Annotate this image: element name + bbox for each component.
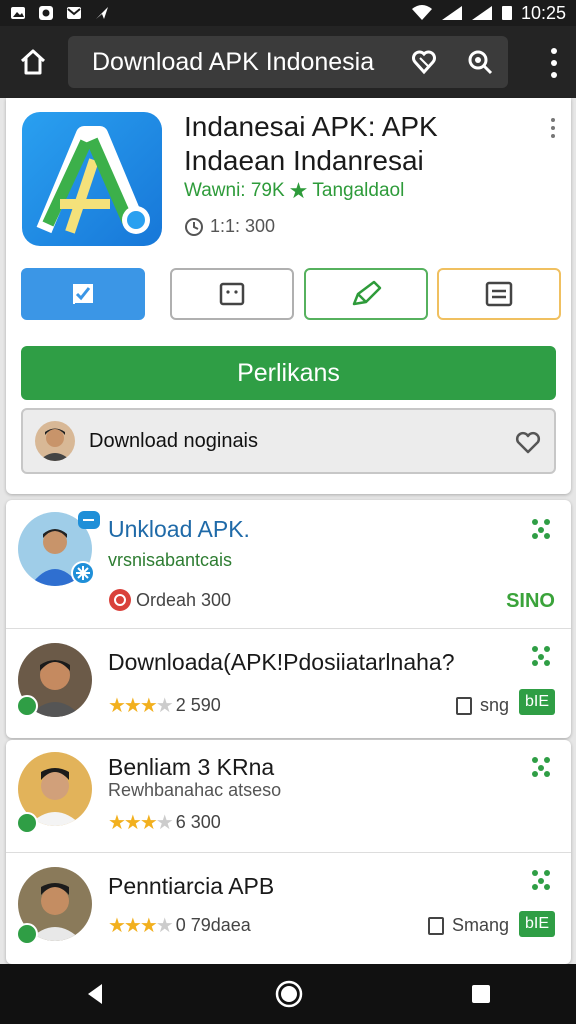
- rating-stars: ★★★★: [108, 695, 174, 717]
- address-bar[interactable]: Download APK Indonesia: [68, 36, 508, 88]
- item-detail-text: Ordeah 300: [136, 589, 232, 610]
- item-title: Benliam 3 KRna: [108, 754, 275, 780]
- item-title: Penntiarcia APB: [108, 873, 275, 899]
- download-original-row[interactable]: Download noginais: [21, 408, 556, 474]
- heart-icon[interactable]: [514, 428, 542, 456]
- checklist-icon: [73, 284, 93, 305]
- rating-stars: ★★★★: [108, 812, 174, 834]
- item-rating: ★★★★ 0 79daea: [108, 913, 251, 938]
- app-size-value: 1:1: 300: [210, 216, 276, 236]
- battery-icon: [501, 6, 512, 20]
- rating-stars: ★★★★: [108, 915, 174, 937]
- home-button[interactable]: [0, 26, 66, 98]
- url-title: Download APK Indonesia: [92, 47, 375, 76]
- item-tag[interactable]: bIE: [518, 689, 555, 715]
- more-dots-icon[interactable]: [531, 518, 553, 540]
- item-rating-text: 6 300: [175, 812, 221, 832]
- image-icon: [11, 7, 25, 19]
- settings-badge-icon: [71, 561, 95, 585]
- app-logo: [22, 112, 162, 246]
- verified-badge: [16, 923, 38, 945]
- more-dots-icon[interactable]: [531, 645, 553, 667]
- clock: 10:25: [520, 2, 566, 23]
- app-detail-card: Indanesai APK: APK Indaean Indanresai Wa…: [6, 98, 571, 494]
- clock-icon: [185, 217, 203, 236]
- item-rating-text: 2 590: [175, 695, 221, 715]
- package-icon: [427, 916, 444, 935]
- bookmark-icon[interactable]: [410, 48, 438, 76]
- item-size: sng: [455, 695, 509, 716]
- status-bar: 10:25: [0, 0, 576, 26]
- notification-icons: [10, 5, 110, 21]
- avatar: [35, 421, 75, 461]
- item-tag: SINO: [506, 590, 555, 612]
- more-dots-icon[interactable]: [531, 756, 553, 778]
- system-nav-bar: [0, 964, 576, 1024]
- app-downloads: Wawni: 79K: [184, 180, 285, 201]
- app-notification-icon: [39, 6, 53, 20]
- tab-document[interactable]: [170, 268, 294, 320]
- list-item[interactable]: Penntiarcia APB ★★★★ 0 79daea Smang bIE: [6, 853, 571, 963]
- app-developer: Tangaldaol: [312, 180, 405, 201]
- home-icon: [20, 49, 46, 75]
- verified-badge: [16, 695, 38, 717]
- app-logo-icon: [36, 126, 150, 234]
- wifi-icon: [411, 5, 432, 20]
- item-title: Downloada(APK!Pdosiiatarlnaha?: [108, 649, 455, 675]
- item-rating-text: 0 79daea: [175, 915, 251, 935]
- back-icon[interactable]: [82, 980, 110, 1008]
- app-size: 1:1: 300: [184, 216, 275, 237]
- verified-badge: [16, 812, 38, 834]
- alert-icon: [109, 589, 131, 611]
- tab-checklist[interactable]: [21, 268, 145, 320]
- item-detail: Ordeah 300: [108, 588, 231, 612]
- item-title: Unkload APK.: [108, 516, 250, 542]
- related-list-card-2: Benliam 3 KRna Rewhbanahac atseso ★★★★ 6…: [6, 740, 571, 964]
- chat-badge-icon: [78, 511, 100, 529]
- tab-edit[interactable]: [304, 268, 428, 320]
- send-icon: [96, 7, 108, 19]
- more-dots-icon[interactable]: [531, 869, 553, 891]
- list-item[interactable]: Benliam 3 KRna Rewhbanahac atseso ★★★★ 6…: [6, 740, 571, 852]
- app-meta: Wawni: 79K ★ Tangaldaol: [184, 178, 404, 204]
- document-icon: [219, 282, 245, 306]
- list-item[interactable]: Downloada(APK!Pdosiiatarlnaha? ★★★★ 2 59…: [6, 629, 571, 737]
- pencil-icon: [352, 280, 382, 306]
- related-list-card-1: Unkload APK. vrsnisabantcais Ordeah 300 …: [6, 500, 571, 738]
- install-button[interactable]: Perlikans: [21, 346, 556, 400]
- app-title: Indanesai APK: APK Indaean Indanresai: [184, 111, 438, 176]
- recents-icon[interactable]: [468, 981, 494, 1007]
- overflow-menu-button[interactable]: [546, 48, 562, 78]
- browser-toolbar: Download APK Indonesia: [0, 26, 576, 98]
- item-size-text: Smang: [451, 915, 509, 935]
- item-size: Smang: [427, 915, 509, 936]
- list-item[interactable]: Unkload APK. vrsnisabantcais Ordeah 300 …: [6, 500, 571, 628]
- mail-icon: [67, 7, 81, 19]
- item-rating: ★★★★ 2 590: [108, 693, 221, 718]
- signal-icon-2: [471, 6, 492, 20]
- app-more-button[interactable]: [551, 118, 557, 138]
- list-icon: [485, 281, 513, 307]
- item-subtitle: vrsnisabantcais: [108, 550, 233, 570]
- search-icon[interactable]: [466, 48, 494, 76]
- tab-list[interactable]: [437, 268, 561, 320]
- item-tag[interactable]: bIE: [518, 911, 555, 937]
- home-nav-icon[interactable]: [274, 979, 304, 1009]
- signal-icon: [441, 6, 462, 20]
- package-icon: [455, 696, 472, 715]
- item-rating: ★★★★ 6 300: [108, 810, 221, 835]
- item-size-text: sng: [479, 695, 509, 715]
- star-icon: ★: [288, 178, 309, 203]
- system-status: 10:25: [411, 3, 566, 24]
- download-label: Download noginais: [89, 429, 259, 452]
- item-subtitle: Rewhbanahac atseso: [108, 780, 282, 800]
